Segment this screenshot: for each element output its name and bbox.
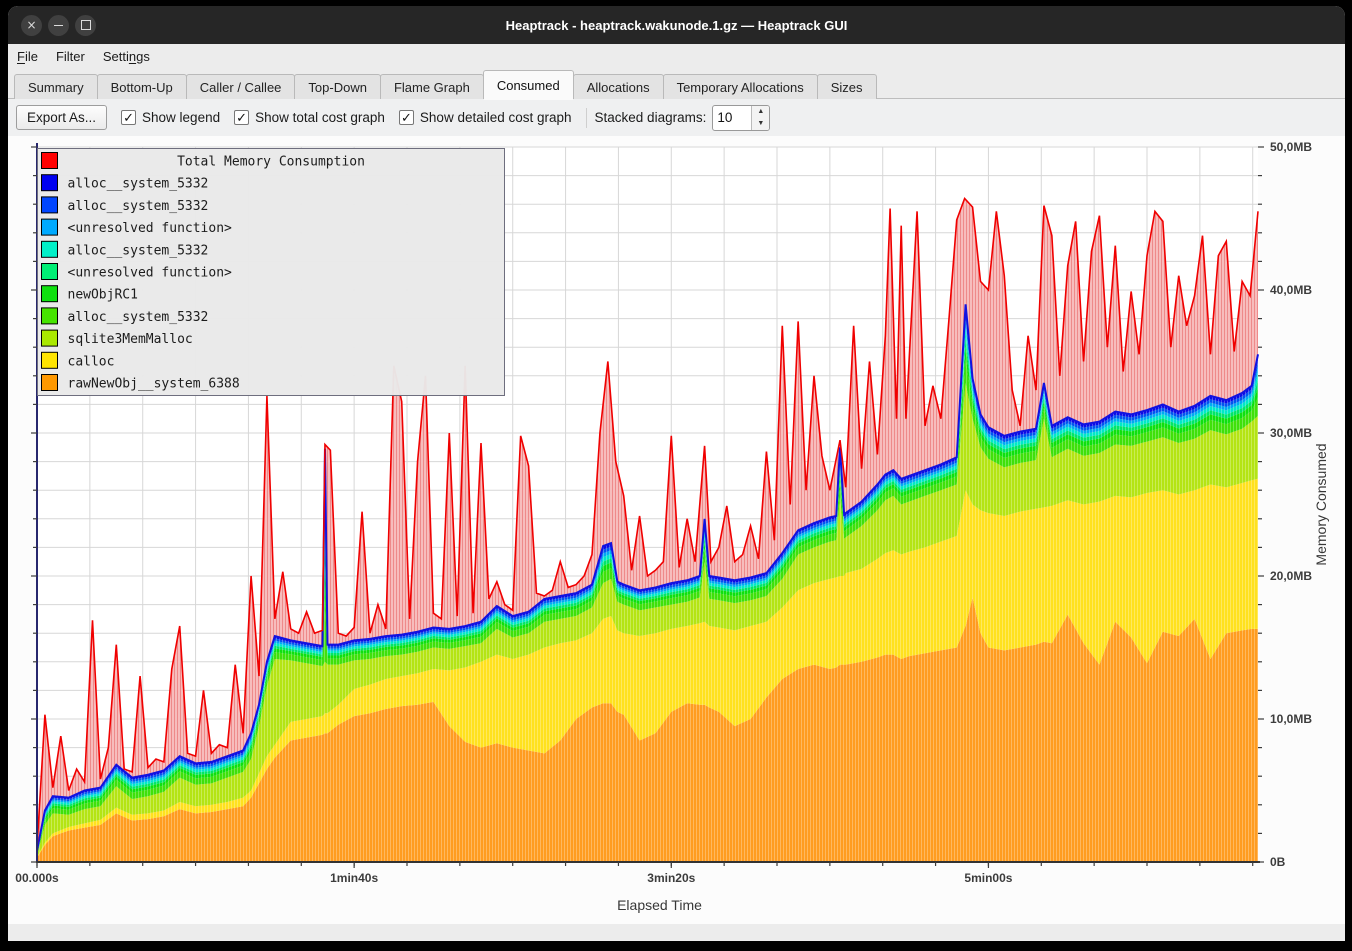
- spin-down-button[interactable]: ▼: [752, 118, 769, 130]
- toolbar: Export As... ✓ Show legend ✓ Show total …: [8, 99, 1345, 136]
- checkbox-show-legend[interactable]: ✓ Show legend: [121, 110, 220, 125]
- legend-swatch: [42, 286, 58, 302]
- legend-label: alloc__system_5332: [68, 177, 209, 192]
- legend-swatch: [42, 308, 58, 324]
- chart-canvas[interactable]: 0B 10,0MB 20,0MB 30,0MB 40,0MB 50,0MB 00.000s 1…: [8, 136, 1345, 924]
- close-button[interactable]: ×: [21, 15, 42, 36]
- y-tick-label: 40,0MB: [1270, 283, 1312, 297]
- menubar: File Filter Settings: [8, 44, 1345, 69]
- y-axis-title: Memory Consumed: [1313, 443, 1329, 565]
- window-controls: ×: [8, 15, 96, 36]
- menu-item-file[interactable]: File: [8, 44, 47, 68]
- legend-label: alloc__system_5332: [68, 310, 209, 325]
- maximize-icon: [81, 20, 91, 30]
- window-title: Heaptrack - heaptrack.wakunode.1.gz — He…: [8, 18, 1345, 33]
- checkbox-icon[interactable]: ✓: [234, 110, 249, 125]
- tab-consumed[interactable]: Consumed: [483, 70, 574, 99]
- checkbox-icon[interactable]: ✓: [399, 110, 414, 125]
- tab-flame-graph[interactable]: Flame Graph: [380, 74, 484, 99]
- tab-summary[interactable]: Summary: [14, 74, 98, 99]
- export-as-button[interactable]: Export As...: [16, 105, 107, 130]
- checkbox-label: Show legend: [142, 110, 220, 125]
- legend-label: newObjRC1: [68, 288, 138, 303]
- memory-chart[interactable]: 0B 10,0MB 20,0MB 30,0MB 40,0MB 50,0MB 00.000s 1…: [8, 136, 1345, 924]
- tab-bar: Summary Bottom-Up Caller / Callee Top-Do…: [8, 68, 1345, 99]
- maximize-button[interactable]: [75, 15, 96, 36]
- legend-label: alloc__system_5332: [68, 199, 209, 214]
- spin-buttons: ▲ ▼: [751, 106, 769, 130]
- minimize-button[interactable]: [48, 15, 69, 36]
- titlebar: × Heaptrack - heaptrack.wakunode.1.gz — …: [8, 6, 1345, 44]
- stacked-diagrams-spinbox[interactable]: ▲ ▼: [712, 105, 770, 131]
- y-tick-label: 0B: [1270, 855, 1286, 869]
- legend-label: sqlite3MemMalloc: [68, 332, 193, 347]
- legend-label: rawNewObj__system_6388: [68, 377, 240, 392]
- x-tick-label: 3min20s: [647, 871, 695, 885]
- y-tick-label: 10,0MB: [1270, 712, 1312, 726]
- legend-label: <unresolved function>: [68, 221, 233, 236]
- menu-item-filter[interactable]: Filter: [47, 44, 94, 68]
- y-tick-label: 30,0MB: [1270, 426, 1312, 440]
- checkbox-show-detailed-cost-graph[interactable]: ✓ Show detailed cost graph: [399, 110, 572, 125]
- spin-up-button[interactable]: ▲: [752, 106, 769, 118]
- legend-swatch: [42, 175, 58, 191]
- legend-swatch: [42, 352, 58, 368]
- legend-swatch: [42, 153, 58, 169]
- x-tick-label: 1min40s: [330, 871, 378, 885]
- legend-swatch: [42, 375, 58, 391]
- legend-swatch: [42, 330, 58, 346]
- tab-allocations[interactable]: Allocations: [573, 74, 664, 99]
- legend-label: calloc: [68, 354, 115, 369]
- footer-strip: [8, 924, 1345, 941]
- legend-label: <unresolved function>: [68, 266, 233, 281]
- stacked-diagrams-label: Stacked diagrams:: [595, 110, 707, 125]
- menu-item-settings[interactable]: Settings: [94, 44, 159, 68]
- close-icon: ×: [26, 15, 36, 36]
- legend-swatch: [42, 219, 58, 235]
- tab-temporary-allocations[interactable]: Temporary Allocations: [663, 74, 818, 99]
- x-tick-label: 00.000s: [15, 871, 59, 885]
- tab-sizes[interactable]: Sizes: [817, 74, 877, 99]
- checkbox-label: Show total cost graph: [255, 110, 385, 125]
- legend-label: alloc__system_5332: [68, 243, 209, 258]
- app-window: × Heaptrack - heaptrack.wakunode.1.gz — …: [8, 6, 1345, 941]
- x-axis-title: Elapsed Time: [617, 897, 702, 913]
- checkbox-show-total-cost-graph[interactable]: ✓ Show total cost graph: [234, 110, 385, 125]
- legend-box: Total Memory Consumption alloc__system_53…: [38, 149, 505, 396]
- checkbox-icon[interactable]: ✓: [121, 110, 136, 125]
- tab-top-down[interactable]: Top-Down: [294, 74, 381, 99]
- y-tick-label: 20,0MB: [1270, 569, 1312, 583]
- tab-caller-callee[interactable]: Caller / Callee: [186, 74, 296, 99]
- legend-swatch: [42, 197, 58, 213]
- toolbar-divider: [586, 108, 587, 128]
- legend-swatch: [42, 264, 58, 280]
- stacked-diagrams-input[interactable]: [713, 106, 751, 130]
- legend-swatch: [42, 241, 58, 257]
- x-tick-label: 5min00s: [964, 871, 1012, 885]
- minimize-icon: [54, 25, 63, 26]
- legend-label: Total Memory Consumption: [177, 155, 365, 170]
- checkbox-label: Show detailed cost graph: [420, 110, 572, 125]
- tab-bottom-up[interactable]: Bottom-Up: [97, 74, 187, 99]
- y-tick-label: 50,0MB: [1270, 140, 1312, 154]
